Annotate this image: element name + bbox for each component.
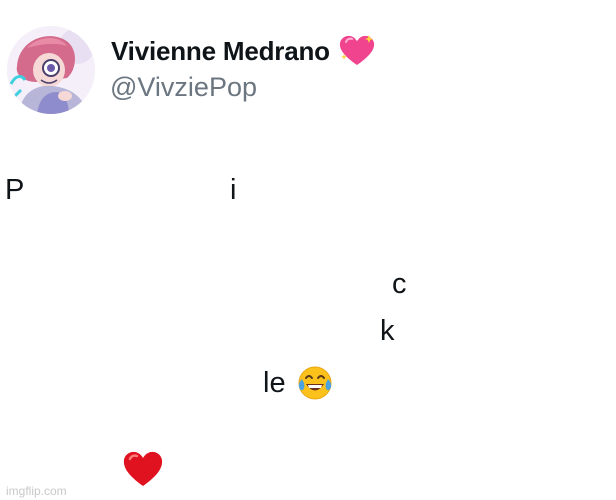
face-with-tears-of-joy-icon xyxy=(297,365,333,401)
tweet-text-fragment: le xyxy=(263,366,286,399)
author-display-name[interactable]: Vivienne Medrano xyxy=(111,36,330,67)
red-heart-icon xyxy=(122,450,164,488)
tweet-text-fragment: P xyxy=(5,174,25,206)
tweet-text-line: le xyxy=(263,365,333,401)
author-handle[interactable]: @VivziePop xyxy=(110,72,257,103)
avatar-illustration xyxy=(7,26,95,114)
tweet-text-fragment: c xyxy=(392,268,407,300)
author-name-row: Vivienne Medrano xyxy=(111,34,376,68)
watermark: imgflip.com xyxy=(6,484,67,498)
avatar[interactable] xyxy=(7,26,95,114)
tweet-text-fragment: i xyxy=(230,174,237,206)
tweet-text-fragment: k xyxy=(380,315,395,347)
sparkling-heart-icon xyxy=(338,34,376,68)
tweet-card: Vivienne Medrano @VivziePop P i c k le i… xyxy=(0,0,616,500)
